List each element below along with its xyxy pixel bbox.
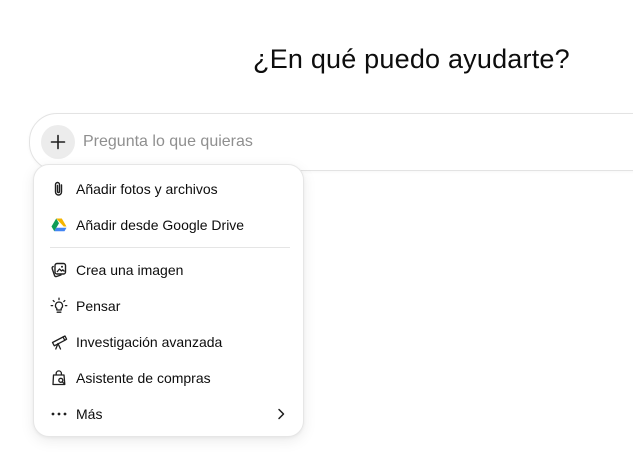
menu-item-label: Añadir desde Google Drive [76, 217, 245, 233]
menu-item-create-image[interactable]: Crea una imagen [42, 253, 296, 287]
chat-home: ¿En qué puedo ayudarte? Añadir fotos y a… [0, 0, 633, 470]
menu-divider [50, 247, 290, 248]
menu-item-label: Investigación avanzada [76, 334, 223, 350]
add-attachment-button[interactable] [41, 125, 75, 159]
paperclip-icon [50, 180, 68, 198]
more-dots-icon [50, 405, 68, 423]
menu-item-shopping-assistant[interactable]: Asistente de compras [42, 361, 296, 395]
menu-item-label: Crea una imagen [76, 262, 184, 278]
image-icon [50, 261, 68, 279]
composer [29, 113, 633, 171]
menu-item-think[interactable]: Pensar [42, 289, 296, 323]
menu-item-google-drive[interactable]: Añadir desde Google Drive [42, 208, 296, 242]
menu-item-label: Asistente de compras [76, 370, 211, 386]
chevron-right-icon [274, 407, 288, 421]
menu-item-deep-research[interactable]: Investigación avanzada [42, 325, 296, 359]
menu-item-label: Pensar [76, 298, 121, 314]
menu-item-label: Añadir fotos y archivos [76, 181, 218, 197]
prompt-input[interactable] [83, 131, 483, 153]
attachment-menu: Añadir fotos y archivos Añadir desde Goo… [33, 164, 304, 437]
lightbulb-icon [50, 297, 68, 315]
menu-item-add-files[interactable]: Añadir fotos y archivos [42, 172, 296, 206]
shopping-bag-icon [50, 369, 68, 387]
telescope-icon [50, 333, 68, 351]
google-drive-icon [50, 216, 68, 234]
menu-item-label: Más [76, 406, 103, 422]
page-title: ¿En qué puedo ayudarte? [253, 44, 570, 74]
plus-icon [49, 133, 67, 151]
menu-item-more[interactable]: Más [42, 397, 296, 431]
